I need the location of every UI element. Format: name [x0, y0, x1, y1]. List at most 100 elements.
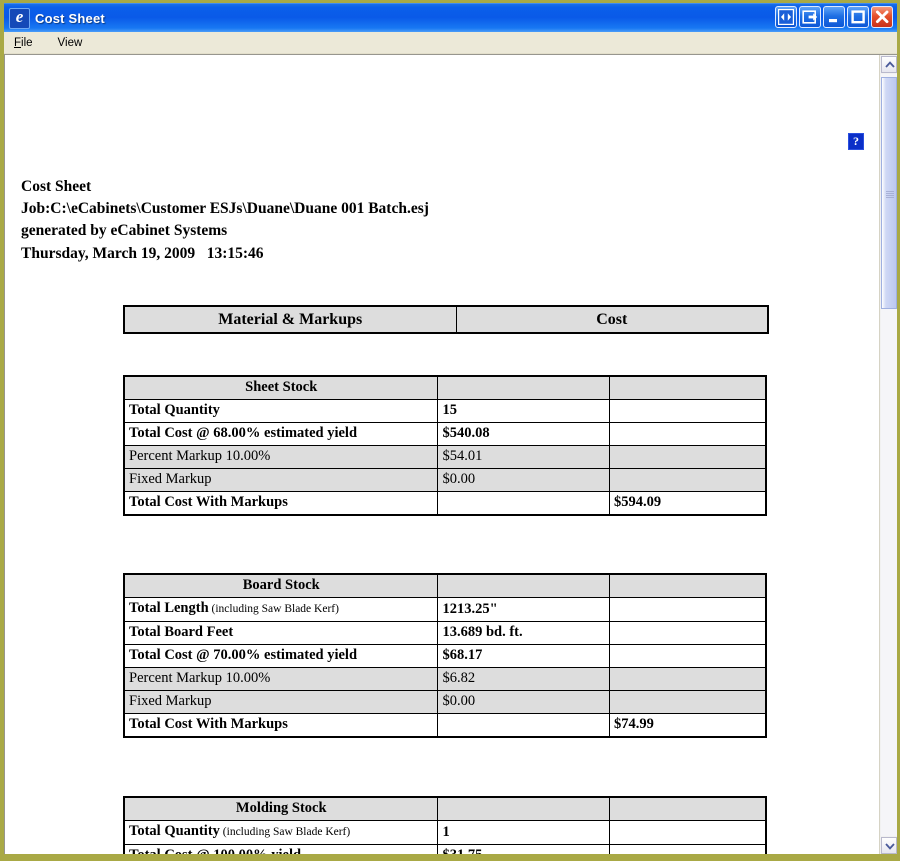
- row-label-note: (including Saw Blade Kerf): [219, 826, 351, 838]
- internet-explorer-icon: [9, 6, 30, 29]
- row-total: [609, 844, 767, 854]
- row-value: 13.689 bd. ft.: [437, 621, 610, 645]
- close-icon: [875, 10, 889, 24]
- row-total: [609, 445, 767, 469]
- stock-table-heading: Molding Stock: [123, 796, 439, 821]
- row-value: [437, 491, 610, 516]
- window-title: Cost Sheet: [35, 10, 105, 26]
- menu-bar: File View: [4, 32, 897, 54]
- row-label: Total Cost With Markups: [123, 491, 439, 516]
- minimize-button[interactable]: [823, 6, 845, 28]
- stock-table-heading-filler: [437, 573, 610, 598]
- row-value: $68.17: [437, 644, 610, 668]
- stock-table-heading-filler: [609, 573, 767, 598]
- left-right-arrow-icon: [778, 9, 794, 25]
- stock-table-heading-filler: [437, 796, 610, 821]
- row-total: [609, 820, 767, 845]
- row-label: Fixed Markup: [123, 690, 439, 714]
- table-row: Percent Markup 10.00% $6.82: [123, 667, 767, 691]
- row-label: Total Board Feet: [123, 621, 439, 645]
- vertical-scrollbar[interactable]: [879, 55, 897, 854]
- document-viewport: ? Cost Sheet Job:C:\eCabinets\Customer E…: [5, 55, 878, 854]
- scrollbar-grip-icon: [886, 191, 894, 198]
- table-row: Total Cost @ 70.00% estimated yield $68.1…: [123, 644, 767, 668]
- maximize-icon: [851, 10, 865, 24]
- row-value: $54.01: [437, 445, 610, 469]
- menu-item-file[interactable]: File: [12, 36, 43, 50]
- stock-table-heading-filler: [609, 375, 767, 400]
- header-col-cost: Cost: [455, 305, 769, 334]
- material-markups-header-table: Material & Markups Cost: [123, 305, 769, 334]
- table-heading-row: Sheet Stock: [123, 375, 767, 400]
- menu-view-label: View: [57, 36, 83, 49]
- table-heading-row: Molding Stock: [123, 796, 767, 821]
- help-broken-image-icon[interactable]: ?: [848, 133, 864, 150]
- arrow-into-box-icon: [802, 10, 818, 24]
- row-total: [609, 690, 767, 714]
- row-label: Percent Markup 10.00%: [123, 445, 439, 469]
- molding-stock-table: Molding Stock Total Quantity (including S…: [123, 796, 767, 854]
- board-stock-table: Board Stock Total Length (including Saw B…: [123, 573, 767, 738]
- report-datetime: Thursday, March 19, 2009 13:15:46: [21, 244, 264, 262]
- row-label: Fixed Markup: [123, 468, 439, 492]
- report-header-block: Cost Sheet Job:C:\eCabinets\Customer ESJ…: [21, 176, 429, 265]
- header-col-material-markups: Material & Markups: [123, 305, 457, 334]
- table-row: Total Cost @ 68.00% estimated yield $540.…: [123, 422, 767, 446]
- chevron-up-icon: [885, 61, 895, 68]
- menu-item-view[interactable]: View: [56, 36, 93, 50]
- table-row: Fixed Markup $0.00: [123, 690, 767, 714]
- row-total: [609, 667, 767, 691]
- row-total: [609, 422, 767, 446]
- sheet-stock-table: Sheet Stock Total Quantity 15 Total Cost @ …: [123, 375, 767, 516]
- row-total: [609, 621, 767, 645]
- row-label: Total Cost With Markups: [123, 713, 439, 738]
- row-value: $6.82: [437, 667, 610, 691]
- row-total: [609, 597, 767, 622]
- application-window: Cost Sheet: [0, 0, 900, 861]
- menu-file-accelerator: F: [14, 36, 22, 49]
- row-total: [609, 399, 767, 423]
- row-total: [609, 468, 767, 492]
- row-label: Total Length (including Saw Blade Kerf): [123, 597, 439, 622]
- row-label: Total Cost @ 100.00% yield: [123, 844, 439, 854]
- chevron-down-icon: [885, 843, 895, 850]
- title-bar-buttons: [775, 6, 893, 28]
- row-total: [609, 644, 767, 668]
- row-value: 1213.25": [437, 597, 610, 622]
- row-label: Percent Markup 10.00%: [123, 667, 439, 691]
- row-value: $31.75: [437, 844, 610, 854]
- row-value: $0.00: [437, 690, 610, 714]
- export-button[interactable]: [799, 6, 821, 28]
- scrollbar-thumb[interactable]: [881, 77, 897, 309]
- stock-table-heading: Sheet Stock: [123, 375, 439, 400]
- client-area: ? Cost Sheet Job:C:\eCabinets\Customer E…: [4, 54, 897, 854]
- row-label: Total Cost @ 70.00% estimated yield: [123, 644, 439, 668]
- help-icon-glyph: ?: [853, 134, 859, 148]
- scroll-up-button[interactable]: [881, 56, 897, 73]
- table-row: Total Quantity (including Saw Blade Kerf…: [123, 820, 767, 845]
- row-total: $74.99: [609, 713, 767, 738]
- navigate-back-forward-button[interactable]: [775, 6, 797, 28]
- row-label: Total Quantity (including Saw Blade Kerf…: [123, 820, 439, 845]
- stock-table-heading-filler: [437, 375, 610, 400]
- table-row: Material & Markups Cost: [123, 305, 769, 334]
- table-row: Total Length (including Saw Blade Kerf) 1…: [123, 597, 767, 622]
- scroll-down-button[interactable]: [881, 837, 897, 854]
- table-row: Percent Markup 10.00% $54.01: [123, 445, 767, 469]
- row-value: $0.00: [437, 468, 610, 492]
- close-button[interactable]: [871, 6, 893, 28]
- row-label: Total Quantity: [123, 399, 439, 423]
- row-value: 1: [437, 820, 610, 845]
- title-bar: Cost Sheet: [4, 3, 897, 32]
- minimize-icon: [829, 19, 837, 23]
- row-label: Total Cost @ 68.00% estimated yield: [123, 422, 439, 446]
- row-total: $594.09: [609, 491, 767, 516]
- table-row: Total Board Feet 13.689 bd. ft.: [123, 621, 767, 645]
- menu-file-label: ile: [21, 36, 33, 49]
- table-row: Fixed Markup $0.00: [123, 468, 767, 492]
- report-title: Cost Sheet: [21, 178, 92, 195]
- maximize-button[interactable]: [847, 6, 869, 28]
- stock-table-heading: Board Stock: [123, 573, 439, 598]
- row-value: $540.08: [437, 422, 610, 446]
- table-row: Total Quantity 15: [123, 399, 767, 423]
